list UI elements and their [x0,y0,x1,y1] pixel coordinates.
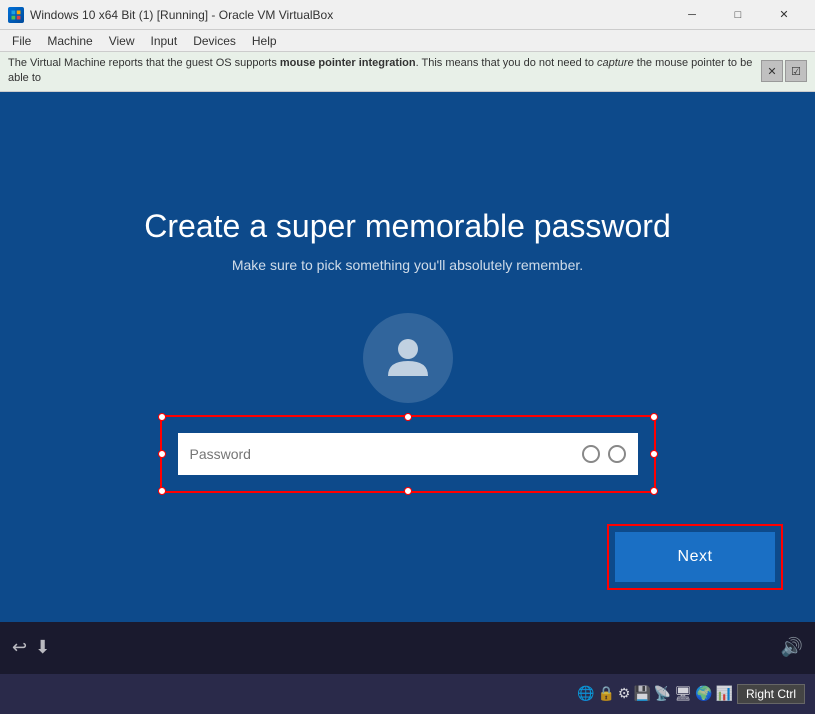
window-title: Windows 10 x64 Bit (1) [Running] - Oracl… [30,8,333,22]
menu-input[interactable]: Input [143,32,186,50]
taskbar: ↩ ⬇ 🔊 🌐 🔒 ⚙ 💾 📡 🖥 🌍 📊 Right Ctrl [0,622,815,714]
password-input-wrapper [178,433,638,475]
status-icon-7: 🌍 [695,685,712,702]
menu-view[interactable]: View [101,32,143,50]
status-icon-5: 📡 [654,685,671,702]
handle-tc [404,413,412,421]
status-icon-4: 💾 [633,685,650,702]
infobar-close-buttons: ✕ ☑ [761,60,807,82]
handle-tl [158,413,166,421]
password-input[interactable] [190,446,582,462]
next-button-selection: Next [615,532,775,582]
infobar-close-check[interactable]: ☑ [785,60,807,82]
taskbar-right-icons: 🔊 [781,637,803,658]
handle-tr [650,413,658,421]
taskbar-volume-icon[interactable]: 🔊 [781,637,803,658]
status-icons: 🌐 🔒 ⚙ 💾 📡 🖥 🌍 📊 [577,685,733,702]
app-icon [8,7,24,23]
user-avatar-icon [383,331,433,386]
infobar: The Virtual Machine reports that the gue… [0,52,815,92]
status-icon-2: 🔒 [597,685,614,702]
taskbar-left-icons: ↩ ⬇ [12,637,50,658]
handle-mr [650,450,658,458]
page-subtitle: Make sure to pick something you'll absol… [232,257,583,273]
infobar-italic: capture [597,57,634,69]
menu-help[interactable]: Help [244,32,285,50]
page-title: Create a super memorable password [144,208,670,245]
handle-br [650,487,658,495]
titlebar: Windows 10 x64 Bit (1) [Running] - Oracl… [0,0,815,30]
avatar-circle [363,313,453,403]
vm-screen: Create a super memorable password Make s… [0,92,815,622]
password-icon-2 [608,445,626,463]
window-controls: ─ □ ✕ [669,0,807,30]
password-icon-1 [582,445,600,463]
infobar-suffix: . This means that you do not need to [416,57,597,69]
right-ctrl-label: Right Ctrl [737,684,805,704]
password-icons [582,445,626,463]
menu-machine[interactable]: Machine [39,32,100,50]
infobar-text: The Virtual Machine reports that the gue… [8,56,761,87]
taskbar-icon-2[interactable]: ⬇ [35,637,50,658]
status-icon-3: ⚙ [618,685,631,702]
next-button[interactable]: Next [615,532,775,582]
minimize-button[interactable]: ─ [669,0,715,30]
status-icon-8: 📊 [716,685,733,702]
maximize-button[interactable]: □ [715,0,761,30]
menubar: File Machine View Input Devices Help [0,30,815,52]
close-button[interactable]: ✕ [761,0,807,30]
next-button-container: Next [615,532,775,582]
handle-ml [158,450,166,458]
infobar-bold: mouse pointer integration [280,57,416,69]
handle-bl [158,487,166,495]
menu-devices[interactable]: Devices [185,32,244,50]
titlebar-left: Windows 10 x64 Bit (1) [Running] - Oracl… [8,7,333,23]
field-container [178,433,638,475]
menu-file[interactable]: File [4,32,39,50]
status-icon-6: 🖥 [674,685,692,702]
infobar-close-x[interactable]: ✕ [761,60,783,82]
taskbar-status-bar: 🌐 🔒 ⚙ 💾 📡 🖥 🌍 📊 Right Ctrl [0,674,815,714]
taskbar-icon-1[interactable]: ↩ [12,637,27,658]
status-icon-1: 🌐 [577,685,594,702]
handle-bc [404,487,412,495]
taskbar-icons: ↩ ⬇ 🔊 [0,622,815,674]
infobar-prefix: The Virtual Machine reports that the gue… [8,57,280,69]
